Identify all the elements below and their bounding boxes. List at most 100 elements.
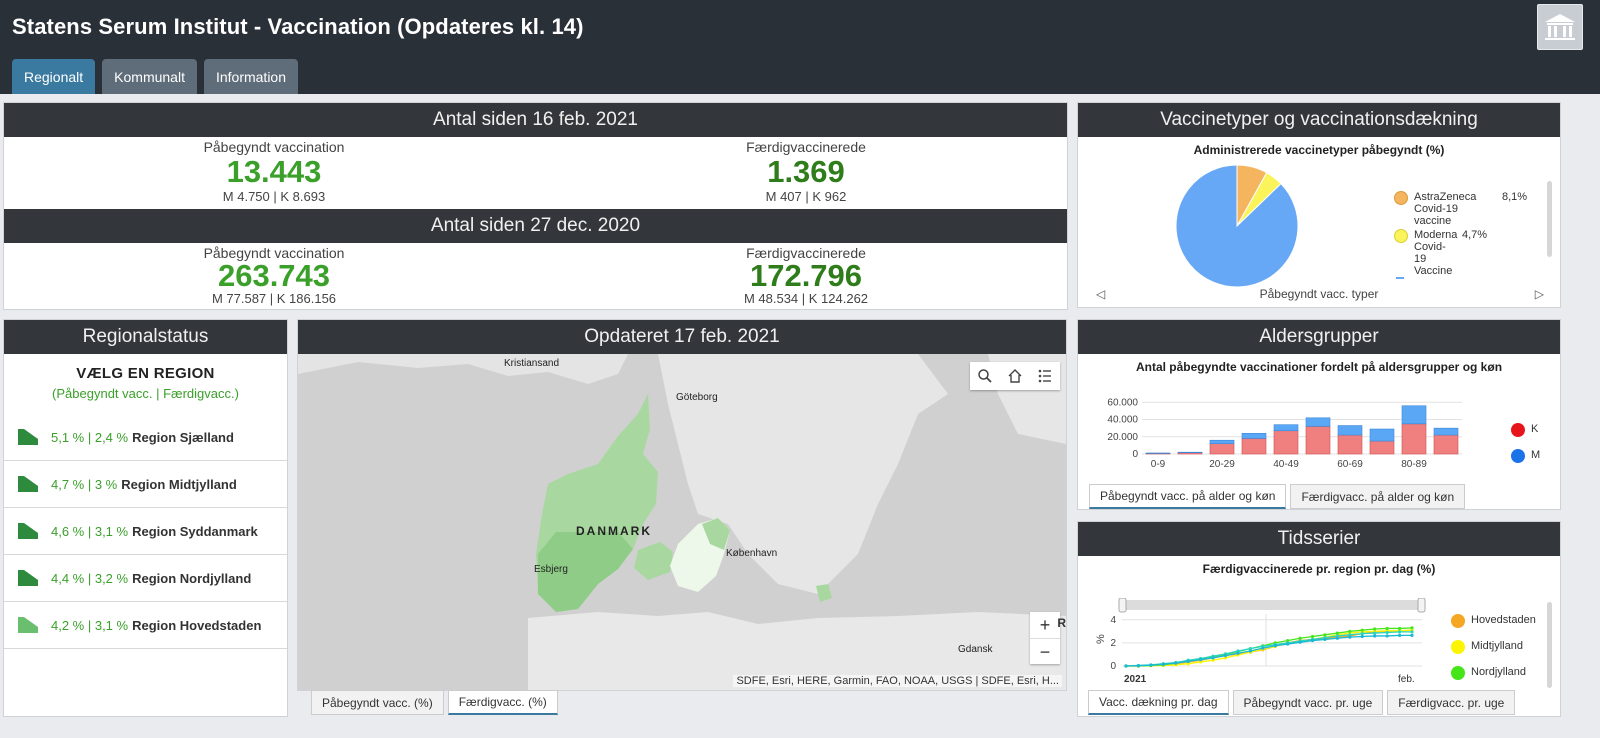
- region-item-sjaelland[interactable]: 5,1 % | 2,4 % Region Sjælland: [4, 414, 287, 461]
- bar-M-2[interactable]: [1209, 439, 1235, 444]
- bar-K-6[interactable]: [1337, 434, 1363, 455]
- stat-label: Færdigvaccinerede: [746, 139, 866, 155]
- line-point-4-15: [1310, 638, 1315, 643]
- region-name: Region Sjælland: [132, 429, 234, 445]
- tab-ts-started-weekly[interactable]: Påbegyndt vacc. pr. uge: [1232, 690, 1384, 715]
- legend-nordjylland[interactable]: Nordjylland: [1451, 666, 1526, 680]
- tab-kommunalt[interactable]: Kommunalt: [102, 59, 197, 94]
- tab-map-completed[interactable]: Færdigvacc. (%): [447, 690, 558, 715]
- timeseries-line-chart: 0 2 4% 2021 feb.: [1096, 598, 1426, 685]
- line-point-3-23: [1410, 630, 1414, 634]
- age-tabs: Påbegyndt vacc. på alder og køn Færdigva…: [1089, 484, 1466, 509]
- tab-age-started[interactable]: Påbegyndt vacc. på alder og køn: [1089, 484, 1287, 509]
- line-point-4-4: [1174, 661, 1178, 665]
- line-point-2-17: [1335, 631, 1339, 635]
- bar-M-0[interactable]: [1145, 452, 1171, 454]
- tab-regionalt[interactable]: Regionalt: [12, 59, 96, 94]
- legend-scrollbar[interactable]: [1547, 181, 1552, 257]
- bar-K-9[interactable]: [1433, 434, 1459, 455]
- line-point-4-21: [1385, 634, 1389, 638]
- bar-ytick-label: 60.000: [1107, 397, 1138, 408]
- bar-M-7[interactable]: [1369, 428, 1395, 442]
- region-name: Region Nordjylland: [132, 570, 252, 586]
- stat-value: 13.443: [226, 154, 322, 189]
- stat-sub: M 4.750 | K 8.693: [222, 189, 326, 204]
- region-item-syddanmark[interactable]: 4,6 % | 3,1 % Region Syddanmark: [4, 508, 287, 555]
- legend-swatch: [1451, 666, 1465, 680]
- line-series-1[interactable]: [1126, 629, 1413, 667]
- region-select-header: VÆLG EN REGION (Påbegyndt vacc. | Færdig…: [4, 354, 287, 401]
- bar-M-1[interactable]: [1177, 451, 1203, 454]
- map-label-goteborg: Göteborg: [676, 392, 718, 403]
- app-header: Statens Serum Institut - Vaccination (Op…: [0, 0, 1600, 94]
- range-slider-handle-right[interactable]: [1417, 598, 1426, 613]
- stat-sub: M 407 | K 962: [765, 189, 847, 204]
- range-slider-handle-left[interactable]: [1118, 598, 1127, 613]
- stat-value: 263.743: [217, 258, 331, 293]
- bar-M-3[interactable]: [1241, 433, 1267, 439]
- legend-swatch: [1511, 449, 1525, 463]
- bar-M-9[interactable]: [1433, 427, 1459, 436]
- region-item-midtjylland[interactable]: 4,7 % | 3 % Region Midtjylland: [4, 461, 287, 508]
- tab-map-started[interactable]: Påbegyndt vacc. (%): [311, 690, 444, 715]
- stat-value: 172.796: [749, 258, 863, 293]
- legend-k[interactable]: K: [1511, 423, 1538, 437]
- line-point-4-7: [1211, 656, 1215, 660]
- search-icon[interactable]: [970, 362, 1000, 390]
- bar-K-3[interactable]: [1241, 438, 1267, 455]
- bar-K-8[interactable]: [1401, 423, 1427, 455]
- legend-value: 8,1%: [1502, 191, 1528, 203]
- institute-logo-icon: [1537, 4, 1583, 50]
- legend-midtjylland[interactable]: Midtjylland: [1451, 640, 1523, 654]
- legend-hovedstaden[interactable]: Hovedstaden: [1451, 614, 1536, 628]
- bar-K-4[interactable]: [1273, 430, 1299, 455]
- line-series-3[interactable]: [1125, 631, 1412, 667]
- bar-ytick-label: 40.000: [1107, 415, 1138, 426]
- bar-M-5[interactable]: [1305, 417, 1331, 427]
- stats-panel: Antal siden 16 feb. 2021 Påbegyndt vacci…: [3, 102, 1068, 310]
- vaccine-pie-chart: [1175, 164, 1299, 288]
- legend-scrollbar[interactable]: [1547, 602, 1552, 688]
- stat-value: 1.369: [767, 154, 845, 189]
- next-arrow-icon[interactable]: ▷: [1535, 287, 1544, 301]
- range-slider-track[interactable]: [1122, 600, 1422, 610]
- line-xtick-label: feb.: [1398, 674, 1415, 685]
- line-point-4-14: [1298, 640, 1302, 644]
- stat-completed: Færdigvaccinerede 1.369 M 407 | K 962: [536, 137, 1076, 204]
- region-flag-icon: [18, 617, 38, 633]
- bar-K-7[interactable]: [1369, 440, 1395, 455]
- prev-arrow-icon[interactable]: ◁: [1096, 287, 1105, 301]
- map-label-esbjerg: Esbjerg: [534, 564, 568, 575]
- bar-M-6[interactable]: [1337, 425, 1363, 436]
- line-point-2-14: [1298, 636, 1302, 640]
- line-point-4-18: [1348, 635, 1352, 639]
- region-pct: 5,1 % | 2,4 %: [51, 429, 129, 445]
- line-series-4[interactable]: [1125, 634, 1412, 667]
- bar-K-2[interactable]: [1209, 443, 1235, 455]
- legend-moderna[interactable]: Moderna Covid-19 Vaccine 4,7%: [1394, 229, 1534, 277]
- bar-xtick-label: 60-69: [1337, 459, 1363, 470]
- tab-ts-completed-weekly[interactable]: Færdigvacc. pr. uge: [1387, 690, 1516, 715]
- tab-ts-daily[interactable]: Vacc. dækning pr. dag: [1088, 690, 1229, 715]
- bar-K-5[interactable]: [1305, 426, 1331, 455]
- legend-astrazeneca[interactable]: AstraZeneca Covid-19 vaccine 8,1%: [1394, 191, 1534, 227]
- map-label-kristiansand: Kristiansand: [504, 358, 560, 369]
- region-item-nordjylland[interactable]: 4,4 % | 3,2 % Region Nordjylland: [4, 555, 287, 602]
- tab-information[interactable]: Information: [203, 59, 299, 94]
- map-panel: Opdateret 17 feb. 2021 Kristiansand Göte…: [297, 319, 1067, 691]
- bar-M-4[interactable]: [1273, 424, 1299, 432]
- home-icon[interactable]: [1000, 362, 1030, 390]
- region-item-hovedstaden[interactable]: 4,2 % | 3,1 % Region Hovedstaden: [4, 602, 287, 649]
- line-ylabel: %: [1096, 634, 1107, 644]
- legend-list-icon[interactable]: [1030, 362, 1060, 390]
- tab-age-completed[interactable]: Færdigvacc. på alder og køn: [1290, 484, 1466, 509]
- zoom-in-icon[interactable]: +: [1030, 612, 1060, 638]
- map-view[interactable]: Kristiansand Göteborg DANMARK København …: [298, 354, 1066, 690]
- timeseries-title: Tidsserier: [1078, 522, 1560, 556]
- bar-M-8[interactable]: [1401, 405, 1427, 425]
- line-point-4-2: [1149, 663, 1153, 667]
- zoom-out-icon[interactable]: −: [1030, 638, 1060, 664]
- legend-m[interactable]: M: [1511, 449, 1540, 463]
- age-groups-title: Aldersgrupper: [1078, 320, 1560, 354]
- line-point-4-19: [1360, 634, 1364, 639]
